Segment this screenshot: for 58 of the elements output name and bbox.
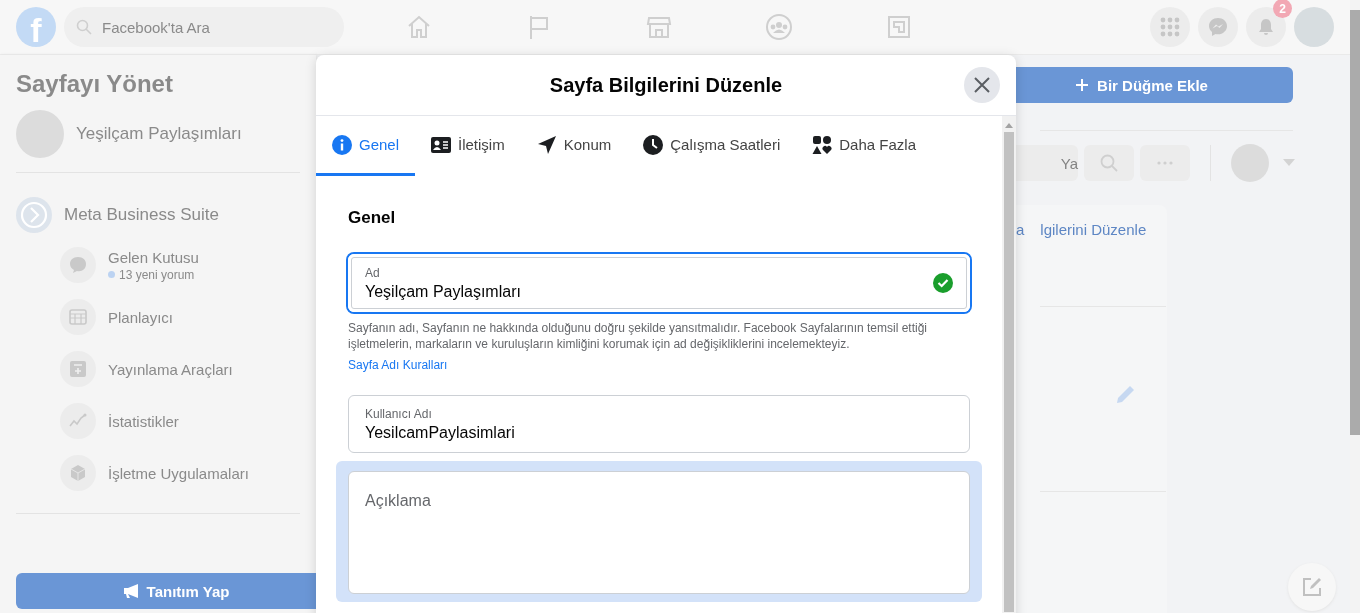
meta-suite-icon — [16, 197, 52, 233]
close-icon — [973, 76, 991, 94]
shapes-icon — [812, 134, 833, 155]
rules-link[interactable]: Sayfa Adı Kuralları — [348, 358, 448, 372]
search-field[interactable]: Facebook'ta Ara — [64, 7, 344, 47]
more-button[interactable] — [1140, 145, 1190, 181]
page-avatar[interactable] — [1231, 144, 1269, 182]
page-name[interactable]: Yeşilçam Paylaşımları — [76, 124, 242, 144]
search-input[interactable]: Facebook'ta Ara — [100, 17, 324, 37]
cube-icon — [60, 455, 96, 491]
search-icon — [76, 19, 92, 35]
description-field[interactable]: Açıklama — [348, 471, 970, 594]
clock-icon — [643, 134, 664, 155]
chat-bubble-icon — [60, 247, 96, 283]
sidebar-item[interactable]: Gelen Kutusu — [108, 248, 199, 266]
document-plus-icon — [60, 351, 96, 387]
tab[interactable]: Çalışma Saatleri — [627, 116, 797, 176]
group-icon[interactable] — [765, 13, 793, 41]
menu-icon[interactable] — [1150, 7, 1190, 47]
tab[interactable]: Konum — [520, 116, 628, 176]
info-icon — [332, 134, 352, 155]
edit-link[interactable]: a — [1016, 221, 1025, 238]
pencil-icon[interactable] — [1115, 383, 1137, 405]
tab[interactable]: Daha Fazla — [796, 116, 932, 176]
sidebar-item[interactable]: Planlayıcı — [108, 308, 174, 326]
location-arrow-icon — [536, 134, 557, 155]
profile-avatar[interactable] — [1294, 7, 1334, 47]
sidebar-title: Sayfayı Yönet — [16, 70, 174, 98]
tab[interactable]: Genel — [316, 116, 416, 176]
search-button[interactable] — [1084, 145, 1134, 181]
dialog-title: Sayfa Bilgilerini Düzenle — [549, 73, 783, 97]
sidebar-item[interactable]: Yayınlama Araçları — [108, 360, 233, 378]
tab[interactable]: İletişim — [415, 116, 521, 176]
scrollbar-thumb[interactable] — [1004, 132, 1014, 612]
line-chart-icon — [60, 403, 96, 439]
bell-icon — [1256, 17, 1276, 37]
caret-icon[interactable] — [1283, 159, 1295, 167]
sidebar-item[interactable]: İstatistikler — [108, 412, 179, 430]
name-field[interactable]: Ad Yeşilçam Paylaşımları — [348, 254, 970, 312]
edit-link[interactable]: lgilerini Düzenle — [1040, 221, 1147, 238]
plus-icon — [1075, 78, 1090, 92]
page-avatar — [16, 110, 64, 158]
item-subtitle: 13 yeni yorum — [108, 267, 199, 282]
megaphone-icon — [122, 583, 141, 599]
scroll-up-icon[interactable] — [1005, 122, 1013, 128]
search-icon — [1100, 154, 1118, 172]
compose-button[interactable] — [1288, 563, 1336, 611]
section-title[interactable]: Meta Business Suite — [64, 205, 219, 225]
messenger-icon[interactable] — [1198, 7, 1238, 47]
section-heading: Genel — [348, 208, 397, 228]
compose-icon — [1301, 576, 1323, 598]
username-field[interactable]: Kullanıcı Adı YesilcamPaylasimlari — [348, 395, 970, 453]
notification-badge: 2 — [1273, 0, 1292, 18]
contact-card-icon — [431, 134, 452, 155]
close-button[interactable] — [964, 67, 1000, 103]
sidebar-item[interactable]: İşletme Uygulamaları — [108, 464, 249, 482]
calendar-icon — [60, 299, 96, 335]
help-text: Sayfanın adı, Sayfanın ne hakkında olduğunu doğru şekilde yansıtmalıdır. Facebook Sayfalarının temsil ettiği işletmelerin, markaların ve kuruluşların kimliğini korumak için ad değişikliklerini incelemekteyiz. — [348, 320, 929, 352]
